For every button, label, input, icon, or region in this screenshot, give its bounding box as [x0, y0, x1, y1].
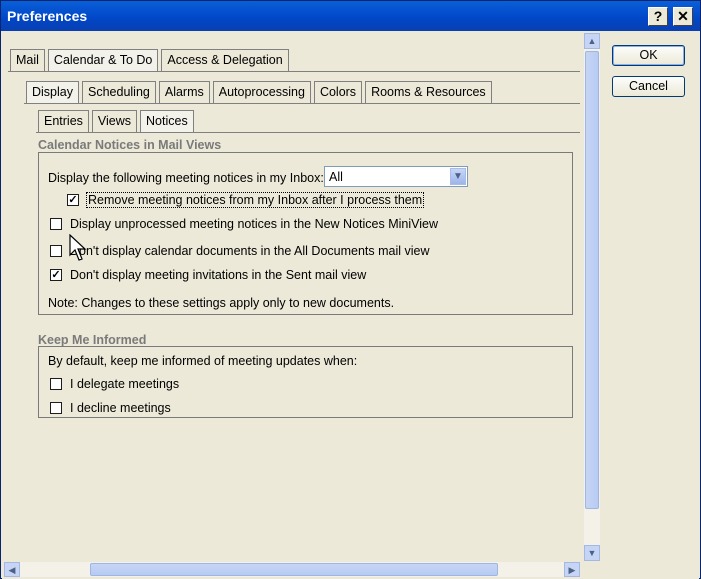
option-hide-invitations-sent-label: Don't display meeting invitations in the… [70, 268, 367, 282]
close-button[interactable]: ✕ [673, 7, 693, 26]
scroll-up-icon[interactable]: ▲ [584, 33, 600, 49]
scroll-right-icon[interactable]: ▶ [564, 562, 580, 577]
option-delegate-meetings-label: I delegate meetings [70, 377, 180, 391]
checkbox-remove-notices[interactable]: ✓ [67, 194, 79, 206]
tab-entries[interactable]: Entries [38, 110, 89, 132]
title-bar[interactable]: Preferences ? ✕ [1, 1, 700, 31]
checkbox-new-notices-miniview[interactable] [50, 218, 62, 230]
notices-group-title: Calendar Notices in Mail Views [38, 138, 222, 152]
option-hide-calendar-docs[interactable]: Don't display calendar documents in the … [50, 244, 430, 258]
scroll-left-icon[interactable]: ◀ [4, 562, 20, 577]
option-decline-meetings-label: I decline meetings [70, 401, 171, 415]
sub-tab-row: Display Scheduling Alarms Autoprocessing… [26, 81, 495, 103]
window-title: Preferences [7, 8, 88, 24]
tab-mail[interactable]: Mail [10, 49, 45, 71]
notices-note-text: Note: Changes to these settings apply on… [48, 296, 395, 310]
option-new-notices-miniview[interactable]: Display unprocessed meeting notices in t… [50, 217, 438, 231]
scroll-down-icon[interactable]: ▼ [584, 545, 600, 561]
help-button[interactable]: ? [648, 7, 668, 26]
tab-rooms-resources[interactable]: Rooms & Resources [365, 81, 492, 103]
option-hide-calendar-docs-label: Don't display calendar documents in the … [70, 244, 430, 258]
option-new-notices-miniview-label: Display unprocessed meeting notices in t… [70, 217, 438, 231]
option-delegate-meetings[interactable]: I delegate meetings [50, 377, 179, 391]
keep-informed-intro-text: By default, keep me informed of meeting … [48, 354, 358, 368]
checkbox-delegate-meetings[interactable] [50, 378, 62, 390]
option-remove-notices[interactable]: ✓ Remove meeting notices from my Inbox a… [67, 192, 425, 208]
checkbox-decline-meetings[interactable] [50, 402, 62, 414]
vertical-scroll-thumb[interactable] [585, 51, 599, 509]
inbox-notices-select[interactable]: All ▼ [324, 166, 468, 187]
sub-tab-divider [24, 103, 580, 104]
option-decline-meetings[interactable]: I decline meetings [50, 401, 171, 415]
tab-access-delegation[interactable]: Access & Delegation [161, 49, 289, 71]
notices-note: Note: Changes to these settings apply on… [48, 296, 394, 310]
checkbox-hide-invitations-sent[interactable]: ✓ [50, 269, 62, 281]
option-remove-notices-label: Remove meeting notices from my Inbox aft… [85, 192, 425, 208]
checkbox-hide-calendar-docs[interactable] [50, 245, 62, 257]
inbox-label-text: Display the following meeting notices in… [48, 171, 324, 185]
tab-display[interactable]: Display [26, 81, 79, 103]
option-hide-invitations-sent[interactable]: ✓ Don't display meeting invitations in t… [50, 268, 366, 282]
vertical-scrollbar[interactable]: ▲ ▼ [584, 33, 600, 561]
tab-autoprocessing[interactable]: Autoprocessing [212, 81, 311, 103]
tab-notices[interactable]: Notices [140, 110, 194, 132]
preferences-dialog: Preferences ? ✕ Mail Calendar & To Do Ac… [0, 0, 701, 579]
main-tab-divider [8, 71, 580, 72]
main-tab-row: Mail Calendar & To Do Access & Delegatio… [10, 49, 292, 71]
inbox-label: Display the following meeting notices in… [48, 171, 324, 185]
dialog-client: Mail Calendar & To Do Access & Delegatio… [2, 31, 699, 579]
tab-calendar-todo[interactable]: Calendar & To Do [47, 49, 159, 71]
keep-informed-intro: By default, keep me informed of meeting … [48, 354, 357, 368]
cancel-button[interactable]: Cancel [612, 76, 685, 97]
settings-pane: Mail Calendar & To Do Access & Delegatio… [4, 33, 584, 563]
horizontal-scrollbar[interactable]: ◀ ▶ [4, 562, 580, 577]
tab-scheduling[interactable]: Scheduling [82, 81, 156, 103]
inbox-notices-select-value: All [329, 170, 343, 184]
inner-tab-divider [36, 132, 580, 133]
ok-button[interactable]: OK [612, 45, 685, 66]
mouse-pointer-icon [69, 234, 87, 261]
inner-tab-row: Entries Views Notices [38, 110, 197, 132]
horizontal-scroll-thumb[interactable] [90, 563, 498, 576]
tab-views[interactable]: Views [91, 110, 138, 132]
dropdown-arrow-icon[interactable]: ▼ [450, 168, 466, 185]
keep-informed-title: Keep Me Informed [38, 333, 147, 347]
tab-alarms[interactable]: Alarms [158, 81, 210, 103]
tab-colors[interactable]: Colors [313, 81, 363, 103]
